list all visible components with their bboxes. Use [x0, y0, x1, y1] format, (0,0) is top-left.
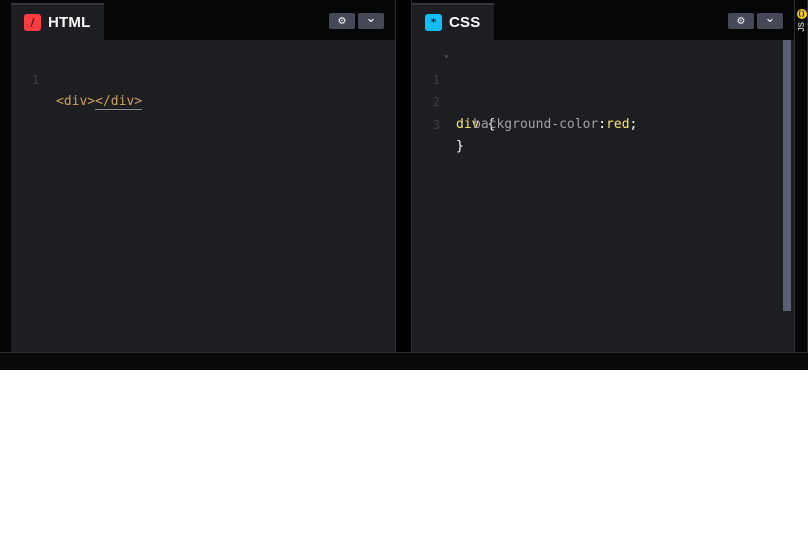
- css-tab[interactable]: * CSS: [412, 3, 495, 40]
- close-brace: }: [456, 139, 464, 154]
- css-editor-pane[interactable]: * CSS ⚙ ⌄ 1 ▾ div { 2 background-color:r…: [412, 0, 794, 352]
- close-tag: </div>: [95, 94, 143, 110]
- fold-arrow-icon[interactable]: ▾: [444, 46, 449, 69]
- html-code-area[interactable]: 1 <div></div>: [11, 46, 395, 110]
- pane-resizer[interactable]: [395, 0, 412, 352]
- resize-bar[interactable]: [0, 352, 808, 370]
- code-line: 3 }: [412, 91, 794, 155]
- html-editor-pane[interactable]: / HTML ⚙ ⌄ 1 <div></div>: [11, 0, 395, 352]
- css-collapse-button[interactable]: ⌄: [757, 10, 783, 29]
- code-text: }: [456, 136, 464, 159]
- html-slash-icon: /: [24, 14, 41, 31]
- js-pane-collapsed[interactable]: [794, 0, 808, 352]
- code-line: 1 <div></div>: [11, 46, 395, 110]
- html-settings-button[interactable]: ⚙: [329, 13, 355, 29]
- chevron-down-icon: ⌄: [764, 10, 776, 26]
- css-colon: :: [598, 116, 607, 132]
- code-text: background-color:red;: [473, 114, 637, 137]
- code-line: 1 ▾ div {: [412, 46, 794, 132]
- css-scrollbar[interactable]: [783, 40, 791, 311]
- editor-area: / HTML ⚙ ⌄ 1 <div></div> * CSS ⚙ ⌄ 1 ▾ d…: [0, 0, 808, 352]
- html-collapse-button[interactable]: ⌄: [358, 10, 384, 29]
- chevron-down-icon: ⌄: [365, 10, 377, 26]
- open-tag: <div>: [56, 94, 96, 109]
- html-pane-header: / HTML ⚙ ⌄: [11, 0, 395, 40]
- css-value: red: [606, 116, 630, 132]
- css-property: background-color: [473, 116, 599, 132]
- gear-icon: ⚙: [736, 15, 746, 27]
- js-tab[interactable]: () JS: [796, 9, 807, 32]
- css-code-area[interactable]: 1 ▾ div { 2 background-color:red; 3 }: [412, 46, 794, 155]
- js-parens-icon: (): [796, 9, 807, 19]
- css-tab-label: CSS: [449, 14, 481, 31]
- js-tab-label: JS: [797, 22, 806, 32]
- code-text: <div></div>: [56, 91, 143, 114]
- css-settings-button[interactable]: ⚙: [728, 13, 754, 29]
- css-asterisk-icon: *: [425, 14, 442, 31]
- css-semicolon: ;: [629, 116, 638, 132]
- css-pane-header: * CSS ⚙ ⌄: [412, 0, 794, 40]
- html-tab[interactable]: / HTML: [11, 3, 105, 40]
- line-number: 3: [432, 116, 440, 132]
- line-number: 1: [31, 71, 39, 87]
- gear-icon: ⚙: [337, 15, 347, 27]
- code-line: 2 background-color:red;: [412, 69, 794, 132]
- html-tab-label: HTML: [48, 14, 91, 31]
- result-preview: [0, 370, 808, 542]
